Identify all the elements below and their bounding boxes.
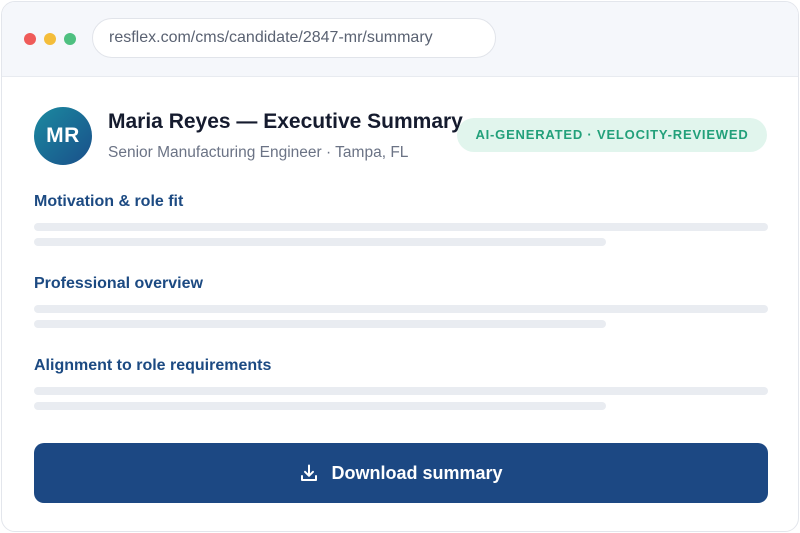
browser-titlebar: resflex.com/cms/candidate/2847-mr/summar… xyxy=(2,2,798,77)
status-badge: AI-GENERATED · VELOCITY-REVIEWED xyxy=(457,118,767,152)
download-button-label: Download summary xyxy=(331,462,503,483)
skeleton-line xyxy=(34,320,606,328)
download-icon xyxy=(299,463,319,483)
page-title: Maria Reyes — Executive Summary xyxy=(108,110,463,133)
section-heading-alignment: Alignment to role requirements xyxy=(34,357,272,374)
skeleton-line xyxy=(34,402,606,410)
minimize-window-button[interactable] xyxy=(44,33,56,45)
skeleton-line xyxy=(34,223,768,231)
address-bar[interactable]: resflex.com/cms/candidate/2847-mr/summar… xyxy=(92,18,496,58)
skeleton-line xyxy=(34,387,768,395)
section-heading-motivation: Motivation & role fit xyxy=(34,193,184,210)
close-window-button[interactable] xyxy=(24,33,36,45)
skeleton-line xyxy=(34,238,606,246)
skeleton-line xyxy=(34,305,768,313)
maximize-window-button[interactable] xyxy=(64,33,76,45)
section-heading-professional-overview: Professional overview xyxy=(34,275,203,292)
browser-window: resflex.com/cms/candidate/2847-mr/summar… xyxy=(1,1,799,532)
download-summary-button[interactable]: Download summary xyxy=(34,443,768,503)
avatar: MR xyxy=(34,107,92,165)
candidate-subtitle: Senior Manufacturing Engineer · Tampa, F… xyxy=(108,144,409,161)
